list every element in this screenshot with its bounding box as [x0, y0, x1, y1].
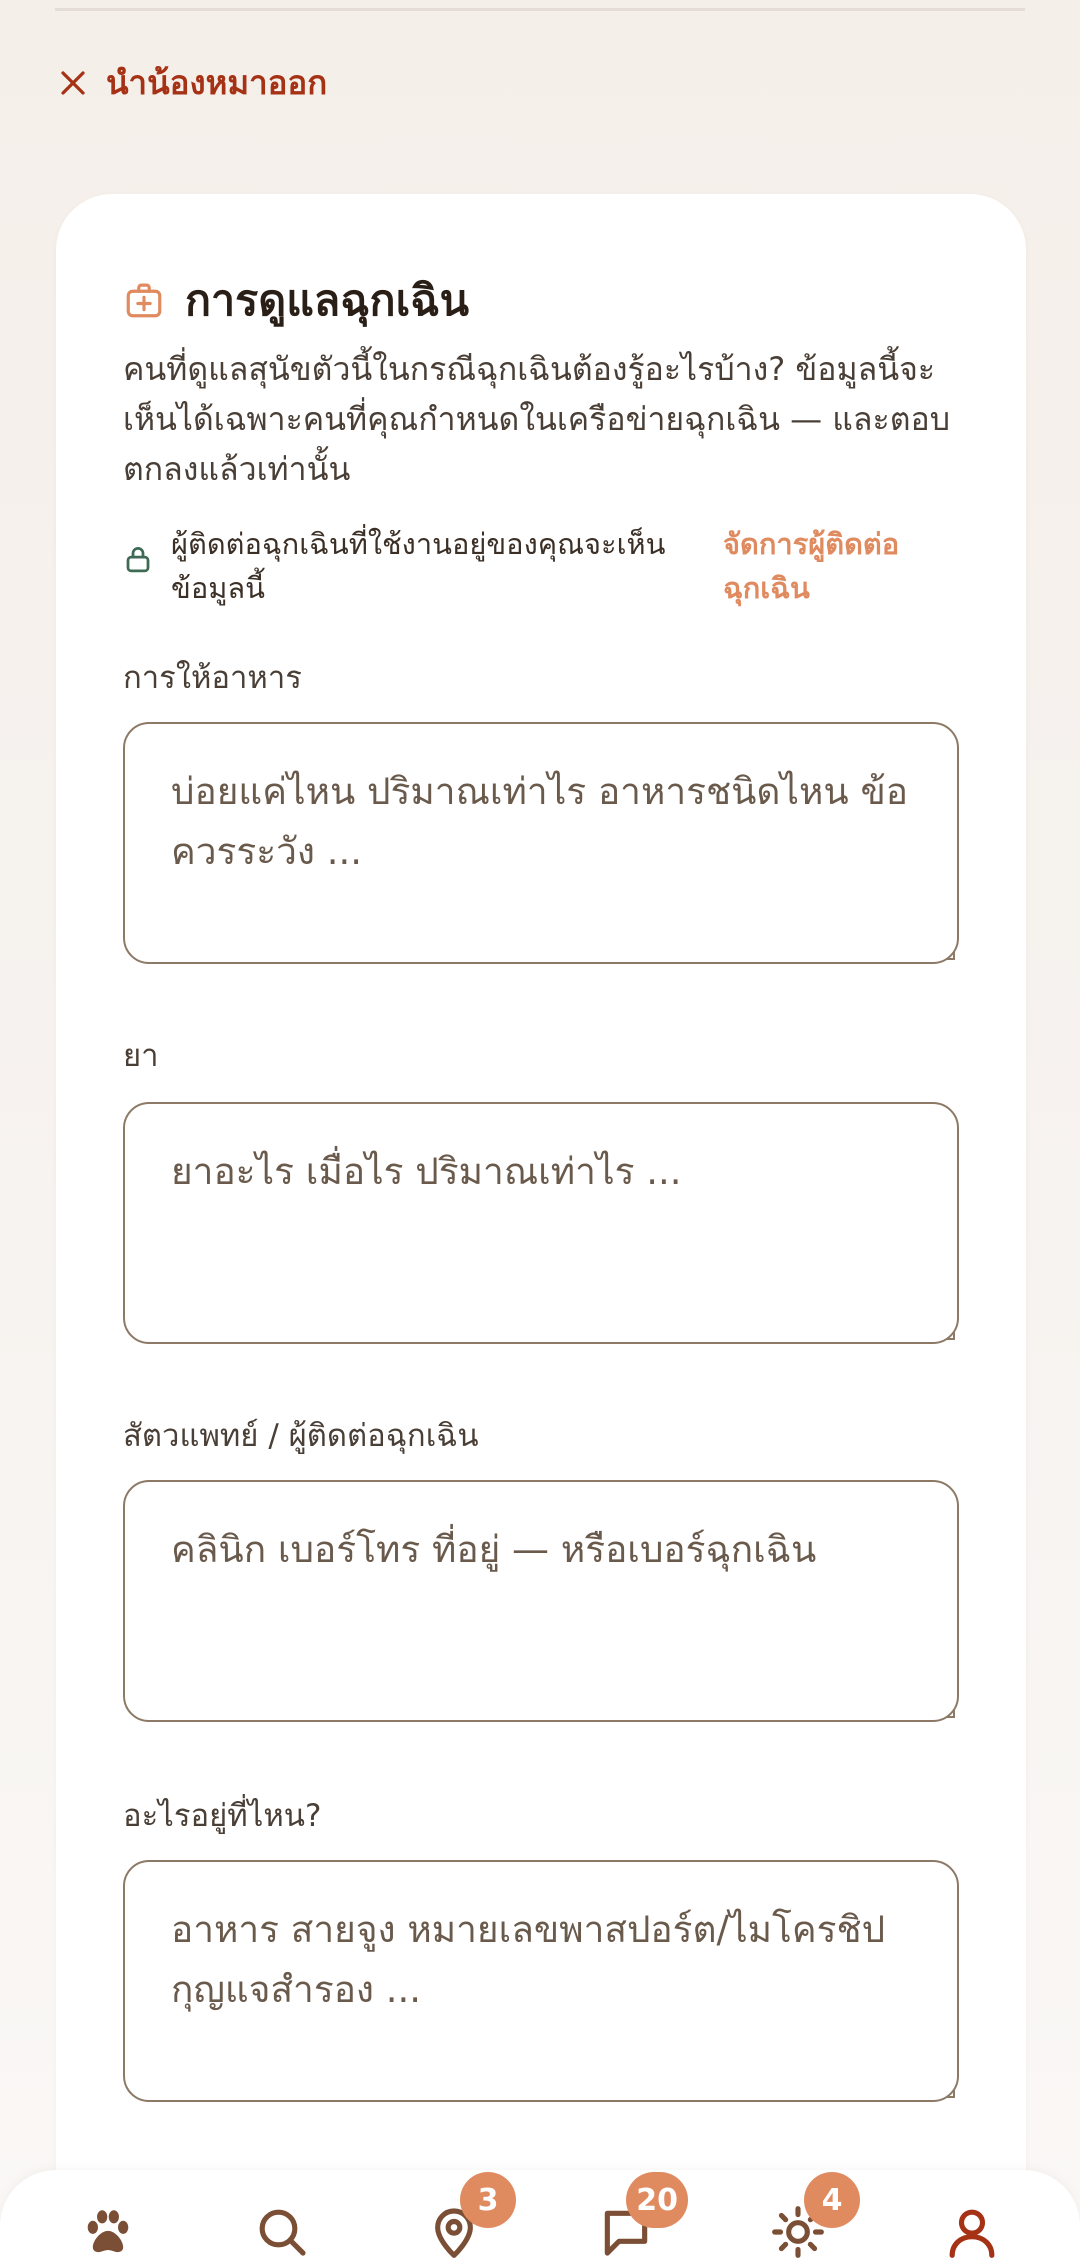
- item-locations-label: อะไรอยู่ที่ไหน?: [123, 1798, 322, 1834]
- nav-activity[interactable]: 4: [758, 2172, 860, 2268]
- first-aid-kit-icon: [126, 283, 162, 318]
- item-locations-placeholder: อาหาร สายจูง หมายเลขพาสปอร์ต/ไมโครชิป กุ…: [171, 1908, 886, 2011]
- resize-handle[interactable]: [947, 952, 955, 960]
- vet-contact-textarea[interactable]: คลินิก เบอร์โทร ที่อยู่ — หรือเบอร์ฉุกเฉ…: [123, 1480, 959, 1722]
- vet-contact-label: สัตวแพทย์ / ผู้ติดต่อฉุกเฉิน: [123, 1418, 479, 1454]
- item-locations-textarea[interactable]: อาหาร สายจูง หมายเลขพาสปอร์ต/ไมโครชิป กุ…: [123, 1860, 959, 2102]
- visibility-notice-text: ผู้ติดต่อฉุกเฉินที่ใช้งานอยู่ของคุณจะเห็…: [171, 527, 666, 605]
- emergency-care-card: การดูแลฉุกเฉิน คนที่ดูแลสุนัขตัวนี้ในกรณ…: [56, 194, 1026, 2268]
- paw-icon: [87, 2210, 129, 2253]
- resize-handle[interactable]: [947, 1710, 955, 1718]
- remove-dog-button[interactable]: นำน้องหมาออก: [58, 56, 327, 109]
- medication-textarea[interactable]: ยาอะไร เมื่อไร ปริมาณเท่าไร ...: [123, 1102, 959, 1344]
- activity-badge: 4: [804, 2172, 860, 2228]
- medication-placeholder: ยาอะไร เมื่อไร ปริมาณเท่าไร ...: [171, 1150, 682, 1193]
- bottom-navigation: 3 20 4: [0, 2170, 1080, 2268]
- manage-emergency-contacts-link[interactable]: จัดการผู้ติดต่อฉุกเฉิน: [723, 522, 963, 610]
- nav-search[interactable]: [242, 2192, 322, 2268]
- top-divider: [55, 8, 1025, 11]
- resize-handle[interactable]: [947, 2090, 955, 2098]
- nav-dogs[interactable]: [68, 2192, 148, 2268]
- nav-profile[interactable]: [932, 2192, 1012, 2268]
- search-icon: [259, 2209, 306, 2256]
- vet-contact-placeholder: คลินิก เบอร์โทร ที่อยู่ — หรือเบอร์ฉุกเฉ…: [171, 1528, 817, 1571]
- messages-badge: 20: [626, 2172, 688, 2228]
- visibility-notice: ผู้ติดต่อฉุกเฉินที่ใช้งานอยู่ของคุณจะเห็…: [123, 522, 983, 610]
- section-header: การดูแลฉุกเฉิน: [123, 266, 469, 334]
- profile-icon: [949, 2209, 995, 2258]
- lock-icon: [126, 547, 150, 573]
- page: นำน้องหมาออก การดูแลฉุกเฉิน คนที่ดูแลสุน…: [0, 0, 1080, 2268]
- nav-map[interactable]: 3: [414, 2172, 516, 2268]
- map-badge: 3: [460, 2172, 516, 2228]
- section-title: การดูแลฉุกเฉิน: [185, 276, 469, 326]
- section-intro: คนที่ดูแลสุนัขตัวนี้ในกรณีฉุกเฉินต้องรู้…: [123, 350, 951, 488]
- medication-label: ยา: [123, 1038, 159, 1074]
- nav-messages[interactable]: 20: [586, 2172, 688, 2268]
- feeding-textarea[interactable]: บ่อยแค่ไหน ปริมาณเท่าไร อาหารชนิดไหน ข้อ…: [123, 722, 959, 964]
- remove-dog-label: นำน้องหมาออก: [106, 63, 328, 102]
- close-icon: [61, 70, 85, 95]
- resize-handle[interactable]: [947, 1332, 955, 1340]
- feeding-label: การให้อาหาร: [123, 660, 302, 696]
- feeding-placeholder: บ่อยแค่ไหน ปริมาณเท่าไร อาหารชนิดไหน ข้อ…: [171, 770, 908, 873]
